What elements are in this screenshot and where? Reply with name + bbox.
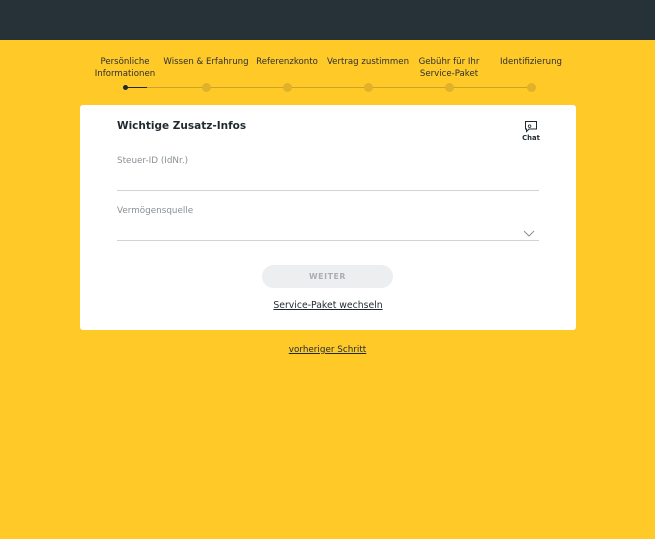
step-label-line: Service-Paket: [419, 68, 479, 79]
step-label-line: Referenzkonto: [256, 57, 318, 67]
step-dot: [201, 83, 211, 92]
step-label-line: Wissen & Erfahrung: [163, 57, 249, 67]
tax-id-label: Steuer-ID (IdNr.): [117, 156, 189, 166]
card-title: Wichtige Zusatz-Infos: [117, 120, 247, 132]
tax-id-input[interactable]: [117, 174, 507, 188]
top-header-bar: [0, 0, 655, 40]
wealth-source-label: Vermögensquelle: [117, 206, 194, 216]
step-label-line: Informationen: [94, 68, 156, 79]
chat-bubble-icon: [525, 121, 537, 133]
step-dot: [444, 83, 454, 92]
stepper-progress: [125, 86, 147, 89]
step-dot-current: [122, 85, 128, 90]
step-label-line: Persönliche: [100, 57, 150, 67]
chevron-down-icon: [523, 230, 535, 237]
previous-step-link[interactable]: vorheriger Schritt: [0, 345, 655, 355]
step-dot: [526, 83, 536, 92]
chat-label: Chat: [522, 134, 540, 142]
change-service-package-link[interactable]: Service-Paket wechseln: [80, 300, 576, 311]
step-label-identification[interactable]: Identifizierung: [481, 57, 581, 69]
wealth-source-select[interactable]: Vermögensquelle: [117, 206, 539, 241]
step-dot: [282, 83, 292, 92]
progress-stepper: Persönliche Informationen Wissen & Erfah…: [85, 57, 571, 97]
tax-id-field[interactable]: Steuer-ID (IdNr.): [117, 156, 539, 191]
next-button[interactable]: WEITER: [262, 265, 393, 288]
chat-button[interactable]: Chat: [517, 120, 545, 146]
step-dot: [363, 83, 373, 92]
step-label-line: Vertrag zustimmen: [326, 57, 410, 67]
additional-info-card: Wichtige Zusatz-Infos Chat Steuer-ID (Id…: [80, 105, 576, 330]
step-label-line: Identifizierung: [500, 57, 562, 67]
step-label-line: Gebühr für Ihr: [418, 57, 480, 67]
stepper-track: [125, 87, 531, 88]
